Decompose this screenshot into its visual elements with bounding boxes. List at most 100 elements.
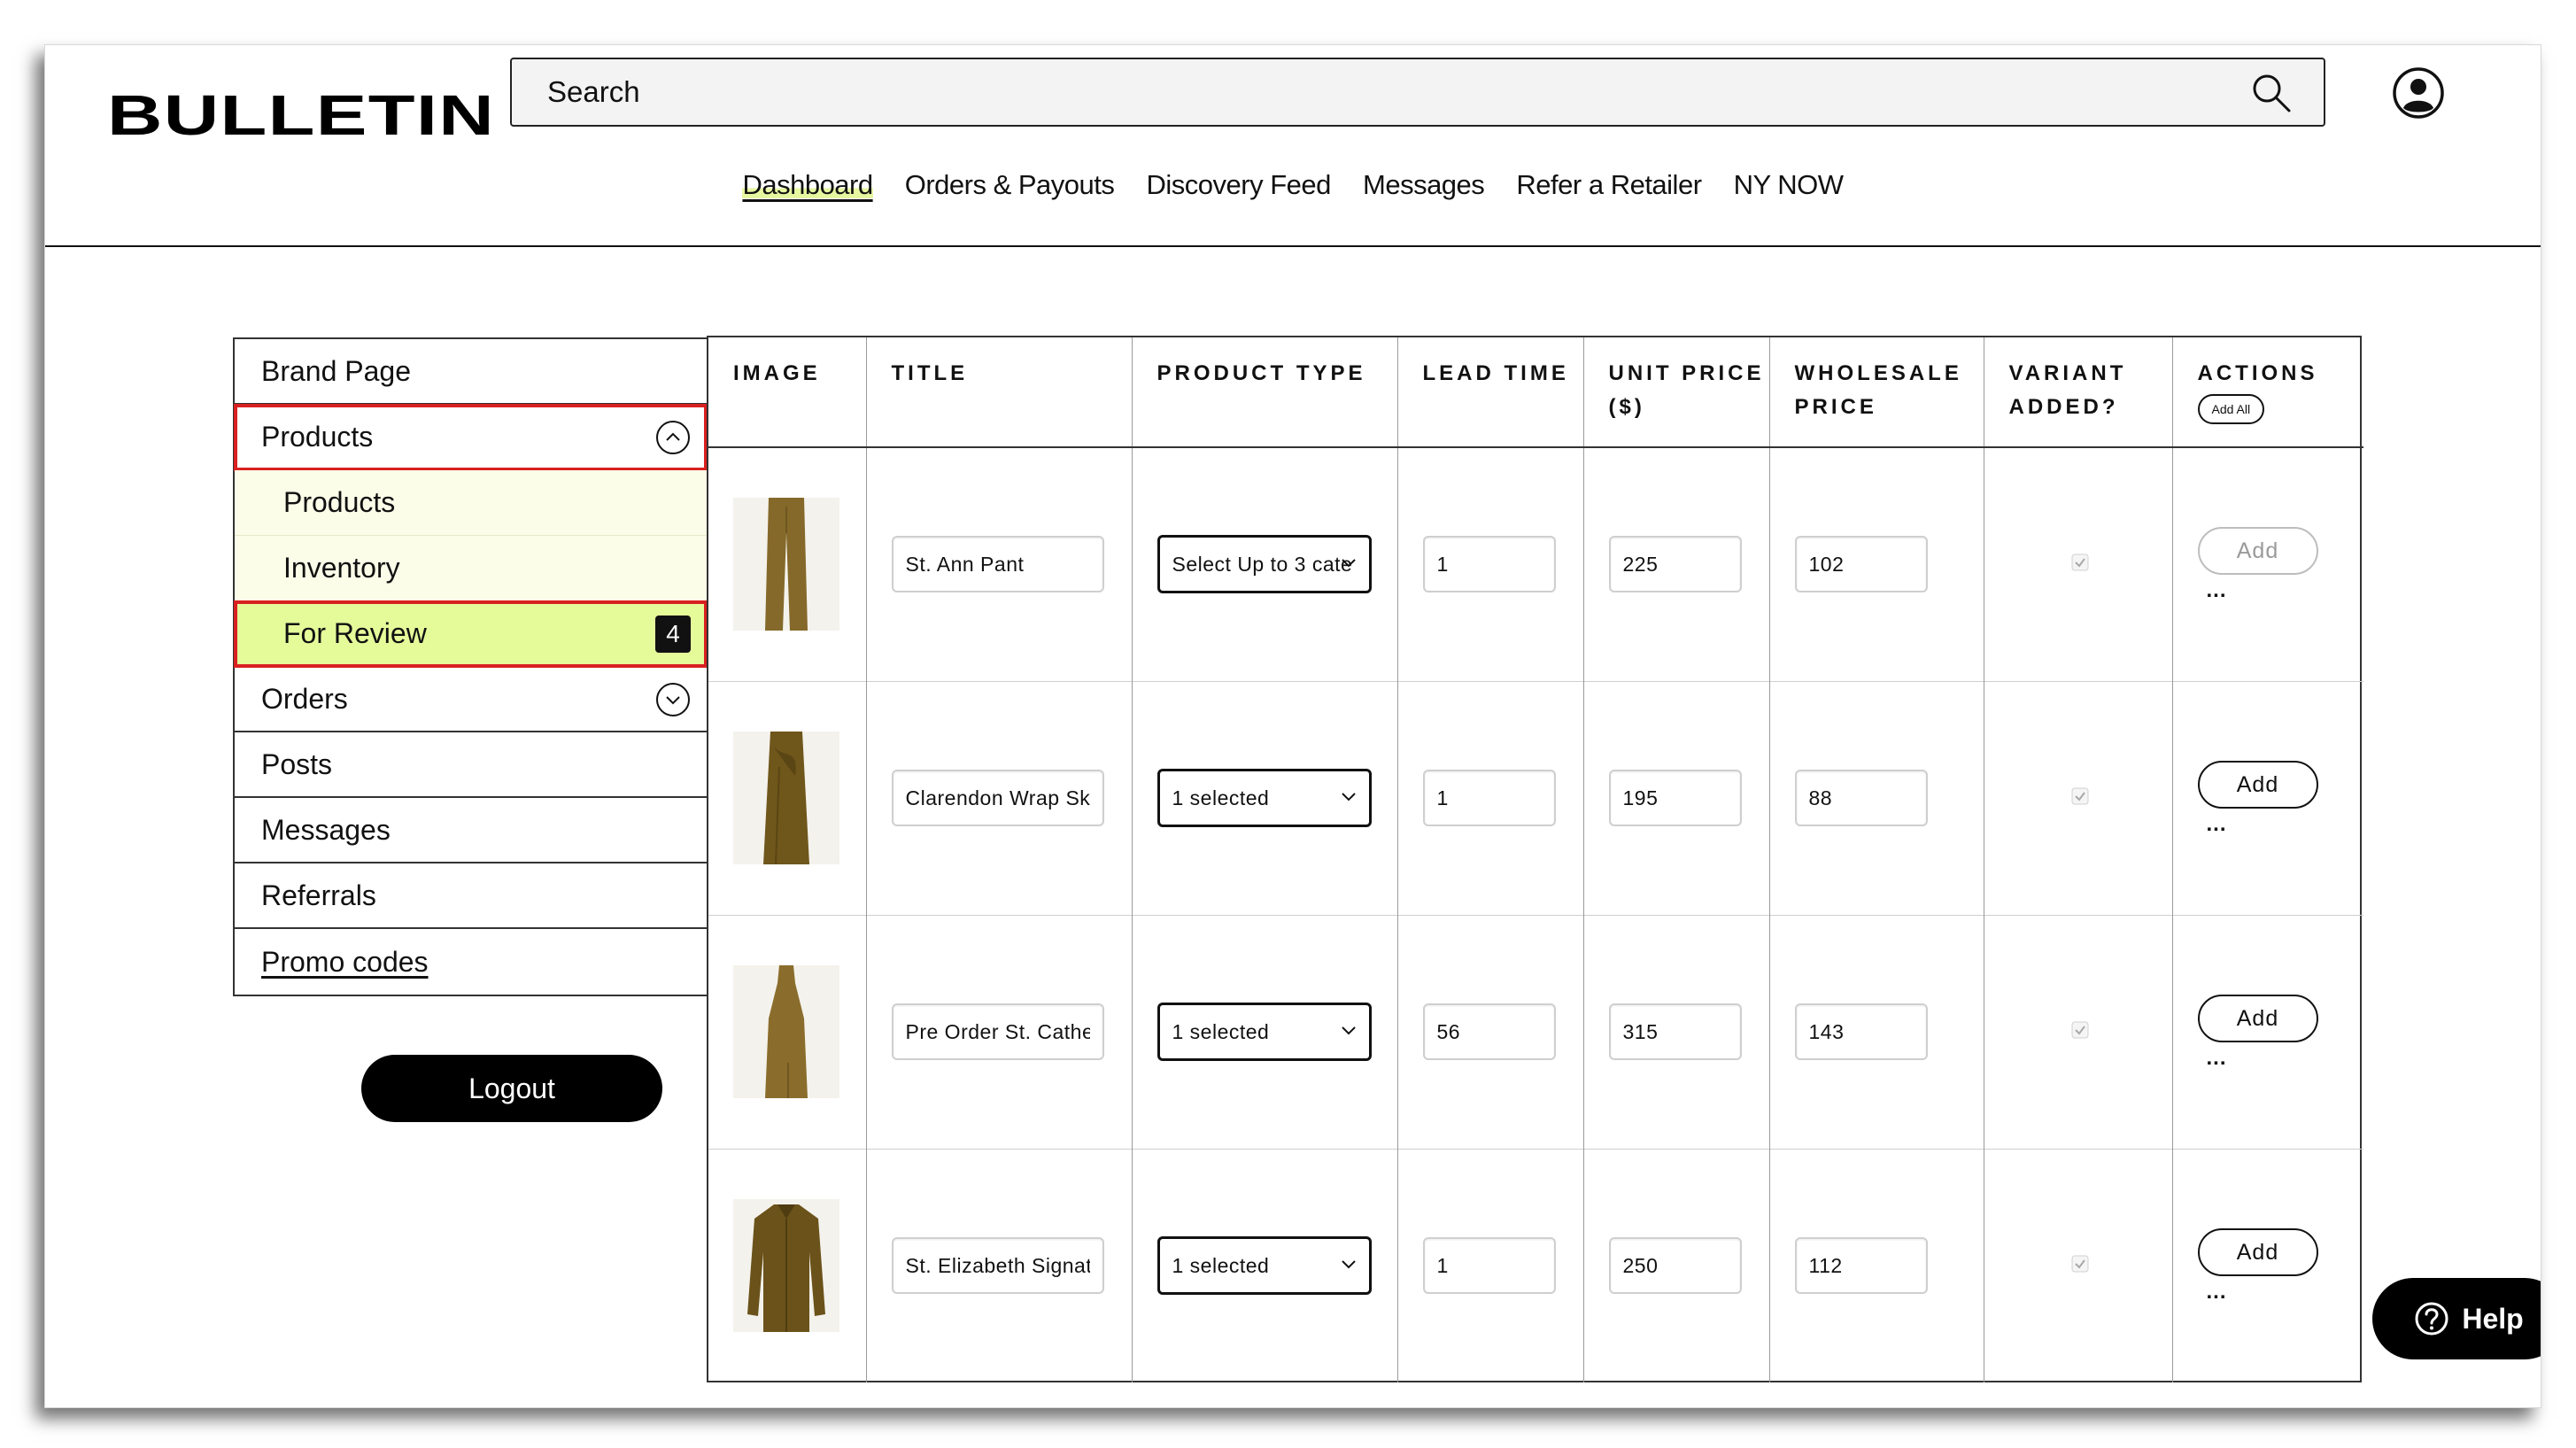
column-header-product-type: PRODUCT TYPE [1132, 337, 1398, 448]
product-type-value: 1 selected [1172, 1253, 1270, 1277]
lead-time-input[interactable] [1422, 1237, 1556, 1295]
browser-frame: BULLETIN Dashboard Orders & Payouts Disc… [44, 44, 2541, 1408]
lead-time-input[interactable] [1422, 770, 1556, 826]
table-row: 1 selected Add [708, 915, 2363, 1149]
chevron-down-icon [1341, 1026, 1356, 1035]
product-type-select[interactable]: Select Up to 3 cate [1156, 535, 1372, 594]
sidebar-item-label: For Review [283, 617, 427, 649]
more-options-icon[interactable]: ... [2207, 580, 2363, 601]
lead-time-input[interactable] [1422, 536, 1556, 593]
sidebar-item-orders[interactable]: Orders [235, 667, 707, 732]
add-button[interactable]: Add [2197, 761, 2318, 809]
product-type-select[interactable]: 1 selected [1156, 1236, 1372, 1296]
unit-price-input[interactable] [1608, 1003, 1742, 1060]
add-button[interactable]: Add [2197, 527, 2318, 576]
table-row: 1 selected Add [708, 1149, 2363, 1382]
nav-orders-payouts[interactable]: Orders & Payouts [905, 169, 1115, 201]
sidebar-item-brand-page[interactable]: Brand Page [235, 339, 707, 405]
add-button[interactable]: Add [2197, 995, 2318, 1042]
column-header-wholesale-price: WHOLESALE PRICE [1769, 337, 1984, 448]
column-header-title: TITLE [866, 337, 1133, 448]
unit-price-input[interactable] [1608, 770, 1742, 826]
sidebar-item-label: Orders [261, 682, 348, 715]
title-input[interactable] [891, 770, 1104, 826]
add-all-button[interactable]: Add All [2197, 394, 2265, 424]
product-image-pant[interactable] [733, 498, 839, 631]
product-image-skirt[interactable] [733, 732, 839, 864]
product-image-dress[interactable] [733, 965, 839, 1098]
sidebar-item-label: Messages [261, 813, 391, 846]
user-account-icon[interactable] [2392, 66, 2445, 120]
sidebar: Brand Page Products Products Inventory F… [233, 337, 708, 996]
column-header-unit-price: UNIT PRICE ($) [1583, 337, 1770, 448]
sidebar-item-label: Inventory [283, 552, 400, 584]
variant-added-checkbox[interactable] [2071, 554, 2089, 571]
more-options-icon[interactable]: ... [2207, 814, 2363, 835]
lead-time-input[interactable] [1422, 1003, 1556, 1060]
product-type-select[interactable]: 1 selected [1156, 769, 1372, 827]
sidebar-subitem-products[interactable]: Products [235, 470, 707, 536]
wholesale-price-input[interactable] [1794, 1003, 1928, 1060]
chevron-up-icon[interactable] [655, 420, 691, 455]
wholesale-price-input[interactable] [1794, 1237, 1928, 1295]
help-button[interactable]: Help [2372, 1278, 2541, 1359]
unit-price-input[interactable] [1608, 1237, 1742, 1295]
product-type-value: Select Up to 3 cate [1172, 552, 1353, 576]
chevron-down-icon[interactable] [655, 682, 691, 717]
product-type-value: 1 selected [1172, 786, 1270, 809]
nav-ny-now[interactable]: NY NOW [1734, 169, 1844, 201]
product-type-select[interactable]: 1 selected [1156, 1003, 1372, 1061]
sidebar-subitem-for-review[interactable]: For Review 4 [234, 600, 708, 668]
chevron-down-icon [1341, 1260, 1356, 1269]
search-bar[interactable] [510, 58, 2325, 127]
sidebar-item-referrals[interactable]: Referrals [235, 863, 707, 929]
add-button[interactable]: Add [2197, 1228, 2318, 1277]
sidebar-item-label: Products [283, 486, 396, 518]
column-header-actions: ACTIONS Add All [2172, 337, 2363, 448]
main-navigation: Dashboard Orders & Payouts Discovery Fee… [45, 169, 2541, 201]
sidebar-item-messages[interactable]: Messages [235, 798, 707, 863]
chevron-down-icon [1341, 793, 1356, 801]
column-header-image: IMAGE [708, 337, 867, 448]
sidebar-item-promo-codes[interactable]: Promo codes [235, 929, 707, 995]
wholesale-price-input[interactable] [1794, 536, 1928, 593]
sidebar-item-label: Promo codes [261, 945, 429, 978]
chevron-down-icon [1341, 559, 1356, 568]
table-row: 1 selected Add [708, 681, 2363, 915]
nav-messages[interactable]: Messages [1363, 169, 1485, 201]
sidebar-item-label: Posts [261, 747, 333, 780]
actions-header-label: ACTIONS [2197, 361, 2318, 385]
sidebar-item-label: Brand Page [261, 354, 412, 387]
sidebar-item-products[interactable]: Products [234, 404, 708, 471]
search-input[interactable] [512, 59, 2324, 125]
column-header-lead-time: LEAD TIME [1397, 337, 1584, 448]
table-row: Select Up to 3 cate Add [708, 447, 2363, 681]
nav-dashboard[interactable]: Dashboard [742, 169, 873, 201]
nav-refer-retailer[interactable]: Refer a Retailer [1516, 169, 1702, 201]
sidebar-item-posts[interactable]: Posts [235, 732, 707, 798]
product-type-value: 1 selected [1172, 1019, 1270, 1043]
column-header-variant-added: VARIANT ADDED? [1984, 337, 2173, 448]
more-options-icon[interactable]: ... [2207, 1282, 2363, 1303]
nav-discovery-feed[interactable]: Discovery Feed [1147, 169, 1332, 201]
products-review-table: IMAGE TITLE PRODUCT TYPE LEAD TIME UNIT … [707, 336, 2363, 1382]
variant-added-checkbox[interactable] [2071, 787, 2089, 805]
unit-price-input[interactable] [1608, 536, 1742, 593]
variant-added-checkbox[interactable] [2071, 1021, 2089, 1039]
sidebar-item-label: Referrals [261, 879, 376, 911]
title-input[interactable] [891, 1237, 1104, 1295]
product-image-shirt[interactable] [733, 1199, 839, 1333]
sidebar-item-label: Products [261, 420, 374, 453]
sidebar-subitem-inventory[interactable]: Inventory [235, 536, 707, 601]
review-count-badge: 4 [655, 616, 691, 653]
header-divider [45, 245, 2541, 247]
title-input[interactable] [891, 536, 1104, 593]
variant-added-checkbox[interactable] [2071, 1255, 2089, 1273]
search-icon[interactable] [2249, 71, 2294, 115]
more-options-icon[interactable]: ... [2207, 1048, 2363, 1069]
help-label: Help [2462, 1302, 2524, 1335]
title-input[interactable] [891, 1003, 1104, 1060]
wholesale-price-input[interactable] [1794, 770, 1928, 826]
logout-button[interactable]: Logout [361, 1055, 662, 1122]
question-mark-icon [2415, 1302, 2448, 1336]
